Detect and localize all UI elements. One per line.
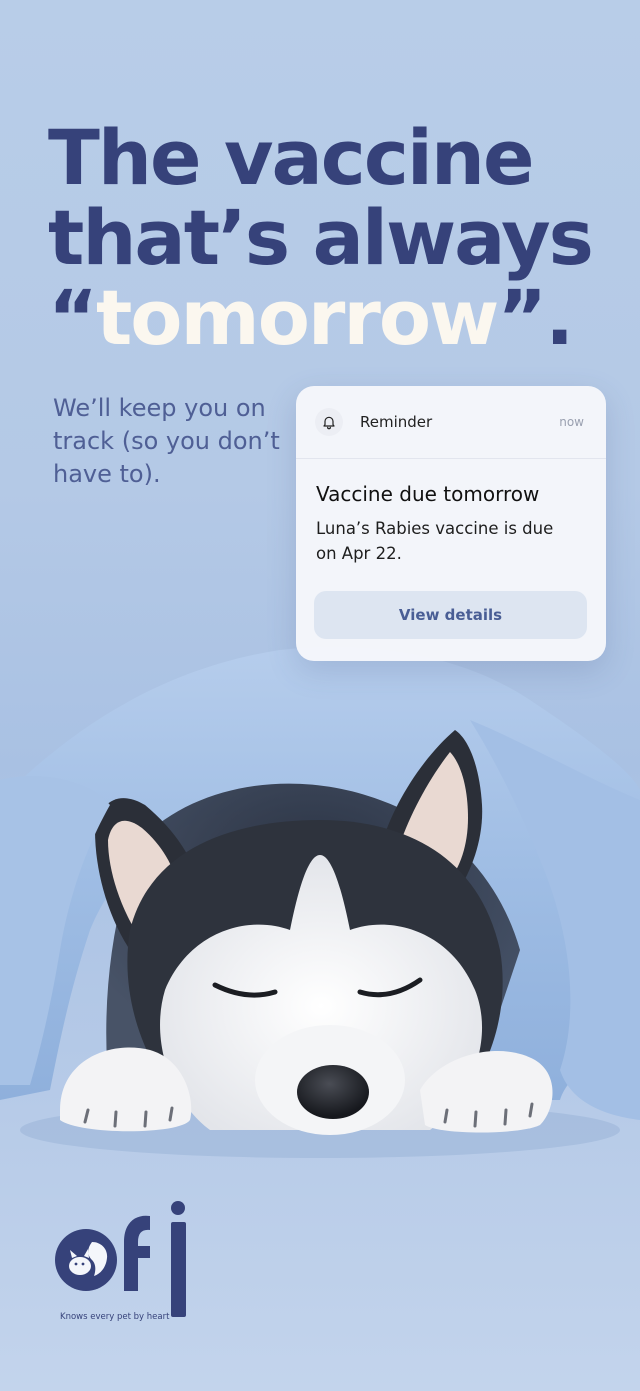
husky-photo [0,646,640,1158]
notification-time: now [559,415,584,429]
logo-i-stem [171,1222,186,1317]
notification-header: Reminder now [296,386,606,459]
headline: The vaccine that’s always “tomorrow”. [48,118,628,358]
bell-icon [315,408,343,436]
notification-title: Vaccine due tomorrow [316,482,540,506]
notification-card[interactable]: Reminder now Vaccine due tomorrow Luna’s… [296,386,606,661]
headline-line-2: that’s always [48,193,594,282]
headline-line-1: The vaccine [48,113,535,202]
nose [297,1065,369,1119]
close-quote: ”. [497,273,574,362]
view-details-button[interactable]: View details [314,591,587,639]
subtext: We’ll keep you on track (so you don’t ha… [53,394,280,488]
headline-highlight: tomorrow [95,273,499,362]
logo-i-dot [171,1201,185,1215]
ofi-logo [55,1201,186,1317]
brand-tagline: Knows every pet by heart [60,1312,170,1322]
logo-f [124,1215,150,1291]
headline-line-3: “tomorrow”. [48,278,628,358]
open-quote: “ [48,273,98,362]
notification-app-name: Reminder [360,413,433,431]
notification-body: Luna’s Rabies vaccine is due on Apr 22. [316,519,554,563]
